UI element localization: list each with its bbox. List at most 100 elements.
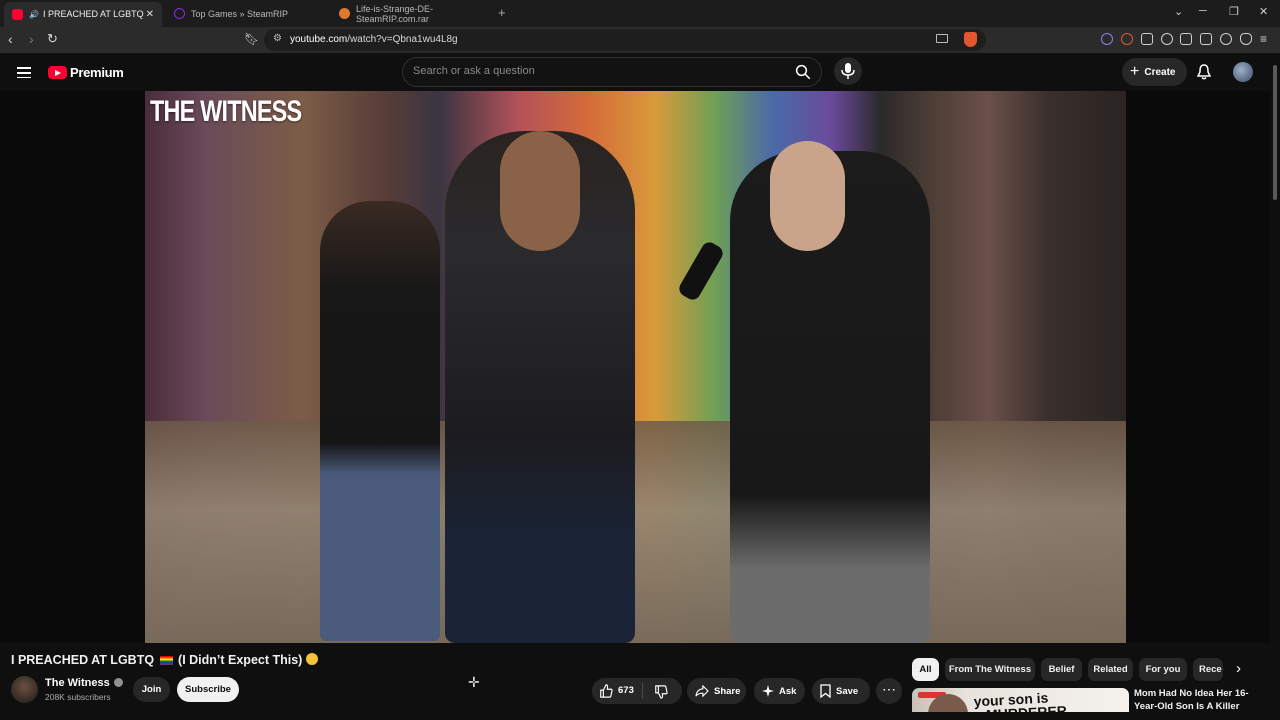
mouse-cursor-icon: ✛ bbox=[468, 674, 480, 690]
minimize-icon[interactable]: ─ bbox=[1199, 5, 1207, 17]
like-button[interactable] bbox=[599, 684, 613, 698]
ask-button[interactable]: Ask bbox=[754, 678, 805, 704]
save-label: Save bbox=[836, 685, 859, 697]
site-settings-icon[interactable]: ⚙ bbox=[273, 33, 282, 44]
video-frame-ground bbox=[145, 421, 1126, 643]
plus-icon: + bbox=[1130, 63, 1140, 80]
flushed-face-emoji-icon bbox=[305, 653, 318, 665]
scrollbar-thumb[interactable] bbox=[1273, 65, 1277, 200]
youtube-premium-logo[interactable]: Premium bbox=[48, 65, 124, 80]
account-avatar[interactable] bbox=[1233, 62, 1253, 82]
video-title: I PREACHED AT LGBTQ (I Didn’t Expect Thi… bbox=[11, 653, 318, 667]
create-label: Create bbox=[1144, 66, 1176, 78]
video-title-part2: (I Didn’t Expect This) bbox=[178, 653, 303, 667]
chip-all[interactable]: All bbox=[912, 658, 939, 681]
dislike-button[interactable] bbox=[654, 685, 668, 699]
bookmark-save-icon bbox=[820, 684, 831, 698]
close-tab-icon[interactable]: ✕ bbox=[146, 9, 154, 20]
url-text: youtube.com/watch?v=Qbna1wu4L8g bbox=[290, 34, 458, 45]
video-title-part1: I PREACHED AT LGBTQ bbox=[11, 653, 155, 667]
bookmark-icon[interactable]: 🔖︎ bbox=[244, 32, 259, 46]
subscriber-count: 208K subscribers bbox=[45, 692, 111, 702]
chip-recently-uploaded[interactable]: Rece bbox=[1193, 658, 1223, 681]
chip-related[interactable]: Related bbox=[1088, 658, 1133, 681]
guide-menu-icon[interactable] bbox=[17, 67, 31, 79]
save-button[interactable]: Save bbox=[812, 678, 870, 704]
sparkle-icon[interactable] bbox=[1220, 33, 1232, 45]
video-frame-interviewer-head bbox=[500, 131, 580, 251]
premium-label: Premium bbox=[70, 65, 124, 80]
tab-youtube[interactable]: 🔊 I PREACHED AT LGBTQ 🏳️‍🌈 (I ✕ bbox=[4, 2, 162, 27]
tab-search-icon[interactable]: ⌄ bbox=[1174, 5, 1183, 18]
ask-label: Ask bbox=[779, 685, 797, 697]
audio-playing-icon[interactable]: 🔊 bbox=[29, 10, 39, 19]
subscribe-button[interactable]: Subscribe bbox=[177, 677, 239, 702]
player-background-left bbox=[0, 91, 145, 643]
rewards-icon[interactable] bbox=[1121, 33, 1133, 45]
menu-icon[interactable]: ≡ bbox=[1260, 32, 1267, 46]
more-actions-button[interactable]: ⋯ bbox=[876, 678, 902, 704]
extensions-icon[interactable] bbox=[1141, 33, 1153, 45]
cast-icon[interactable] bbox=[936, 34, 948, 43]
close-window-icon[interactable]: ✕ bbox=[1259, 5, 1268, 18]
recommended-video-title[interactable]: Mom Had No Idea Her 16-Year-Old Son Is A… bbox=[1134, 687, 1266, 713]
brave-shields-icon[interactable] bbox=[964, 32, 977, 47]
vpn-shield-icon[interactable] bbox=[1240, 33, 1252, 45]
create-button[interactable]: + Create bbox=[1122, 58, 1188, 86]
bottom-strip bbox=[0, 712, 1270, 720]
forward-icon[interactable]: › bbox=[29, 32, 34, 46]
youtube-logo-icon bbox=[48, 66, 67, 79]
youtube-favicon-icon bbox=[12, 9, 23, 20]
channel-name-label: The Witness bbox=[45, 677, 110, 689]
voice-search-button[interactable] bbox=[834, 57, 862, 85]
video-player[interactable]: THE WITNESS bbox=[145, 91, 1126, 643]
sparkle-icon bbox=[762, 685, 774, 697]
browser-tab-strip: 🔊 I PREACHED AT LGBTQ 🏳️‍🌈 (I ✕ Top Game… bbox=[0, 0, 1280, 27]
search-box bbox=[402, 57, 822, 87]
share-icon bbox=[695, 685, 709, 697]
address-bar[interactable]: ⚙ youtube.com/watch?v=Qbna1wu4L8g bbox=[264, 29, 986, 51]
search-button[interactable] bbox=[791, 61, 815, 83]
tab-title: I PREACHED AT LGBTQ 🏳️‍🌈 (I bbox=[42, 9, 146, 19]
player-background-right bbox=[1126, 91, 1270, 643]
microphone-icon bbox=[841, 63, 855, 79]
notifications-bell-icon[interactable] bbox=[1196, 64, 1212, 85]
video-channel-watermark: THE WITNESS bbox=[150, 95, 302, 128]
browser-toolbar: ‹ › ↻ 🔖︎ ⚙ youtube.com/watch?v=Qbna1wu4L… bbox=[0, 27, 1280, 53]
verified-icon bbox=[113, 678, 123, 687]
youtube-header: Premium + Create bbox=[0, 53, 1280, 91]
chip-from-the-witness[interactable]: From The Witness bbox=[945, 658, 1035, 681]
tab-steamrip[interactable]: Top Games » SteamRIP bbox=[166, 2, 331, 25]
like-count: 673 bbox=[618, 685, 634, 696]
like-divider bbox=[642, 683, 643, 699]
join-button[interactable]: Join bbox=[133, 677, 170, 702]
leo-ai-icon[interactable] bbox=[1101, 33, 1113, 45]
channel-name[interactable]: The Witness bbox=[45, 677, 123, 689]
search-icon bbox=[795, 64, 811, 80]
chevron-right-icon[interactable]: › bbox=[1236, 660, 1252, 680]
back-icon[interactable]: ‹ bbox=[8, 32, 13, 46]
chip-for-you[interactable]: For you bbox=[1139, 658, 1187, 681]
chip-belief[interactable]: Belief bbox=[1041, 658, 1082, 681]
sidebar-icon[interactable] bbox=[1180, 33, 1192, 45]
media-icon[interactable] bbox=[1161, 33, 1173, 45]
channel-avatar[interactable] bbox=[11, 676, 38, 703]
steamrip-favicon-icon bbox=[174, 8, 185, 19]
tab-title: Top Games » SteamRIP bbox=[191, 8, 289, 19]
reload-icon[interactable]: ↻ bbox=[47, 32, 58, 46]
video-frame-interviewee-head bbox=[770, 141, 845, 251]
page-scrollbar[interactable] bbox=[1270, 53, 1280, 720]
download-favicon-icon bbox=[339, 8, 350, 19]
tab-title: Life-is-Strange-DE-SteamRIP.com.rar bbox=[356, 3, 434, 24]
video-frame-microphone bbox=[676, 239, 726, 303]
share-button[interactable]: Share bbox=[687, 678, 746, 704]
video-frame-bystander bbox=[320, 201, 440, 641]
share-label: Share bbox=[714, 685, 741, 697]
search-input[interactable] bbox=[413, 65, 783, 77]
tab-rar-download[interactable]: Life-is-Strange-DE-SteamRIP.com.rar bbox=[331, 2, 496, 25]
maximize-icon[interactable]: ❐ bbox=[1229, 5, 1239, 18]
like-dislike-group: 673 bbox=[592, 678, 682, 704]
new-tab-button[interactable]: + bbox=[498, 5, 506, 20]
wallet-icon[interactable] bbox=[1200, 33, 1212, 45]
rainbow-flag-icon bbox=[159, 656, 173, 665]
